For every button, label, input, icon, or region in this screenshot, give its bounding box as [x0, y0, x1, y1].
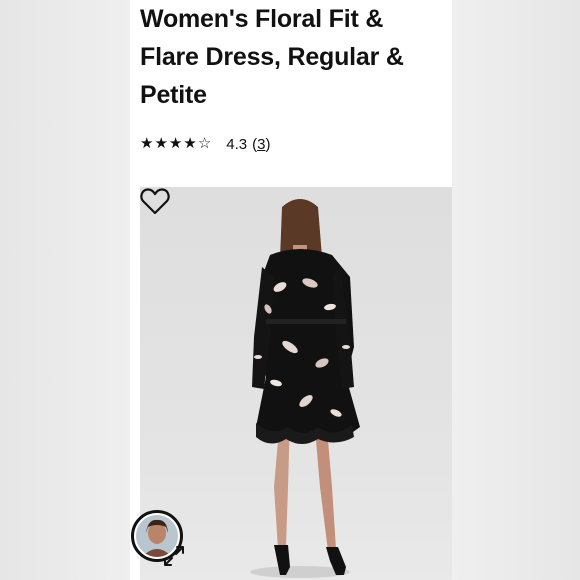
product-image[interactable]	[140, 187, 452, 580]
backdrop-right	[452, 0, 580, 580]
product-title-line-3: Petite	[140, 81, 207, 109]
rating-value: 4.3	[226, 135, 248, 153]
product-title: Women's Floral Fit & Flare Dress, Regula…	[140, 0, 440, 114]
star-full-icon: ★	[154, 135, 168, 152]
product-title-line-2: Flare Dress, Regular &	[140, 43, 404, 71]
star-rating: ★ ★ ★ ★ ☆	[140, 134, 211, 154]
model-photo	[250, 199, 360, 578]
star-empty-icon: ☆	[197, 135, 212, 152]
product-card: Women's Floral Fit & Flare Dress, Regula…	[130, 0, 452, 580]
product-title-line-1: Women's Floral Fit &	[140, 5, 384, 33]
expand-icon[interactable]	[162, 544, 186, 568]
star-full-icon: ★	[168, 135, 183, 152]
rating-row: ★ ★ ★ ★ ☆ 4.3 (3)	[140, 133, 270, 155]
review-count-link[interactable]: (3)	[252, 136, 270, 153]
heart-outline-icon[interactable]	[140, 187, 170, 215]
star-full-icon: ★	[183, 135, 197, 152]
backdrop-left	[0, 0, 130, 580]
star-full-icon: ★	[140, 135, 154, 152]
review-count-close: )	[265, 135, 271, 153]
